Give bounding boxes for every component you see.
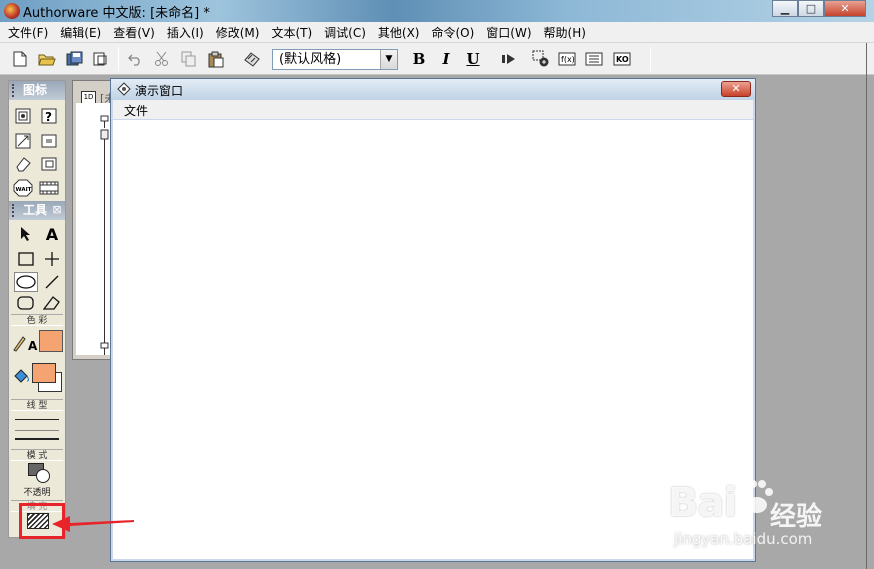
menu-insert[interactable]: 插入(I) <box>161 24 210 41</box>
watermark-logo: Bai <box>668 480 737 526</box>
presentation-window: 演示窗口 ✕ 文件 <box>110 78 756 562</box>
window-controls: ▁ □ ✕ <box>772 0 866 18</box>
color-section-label: 色 彩 <box>11 314 63 326</box>
control-panel-icon[interactable] <box>531 49 551 69</box>
authorware-app-icon <box>4 3 20 19</box>
svg-text:A: A <box>28 339 38 352</box>
watermark-url: jingyan.baidu.com <box>674 530 813 548</box>
icon-palette-title: 图标 <box>23 83 48 97</box>
cut-icon[interactable] <box>152 49 172 69</box>
calculation-icon[interactable] <box>38 131 60 151</box>
save-all-icon[interactable] <box>65 49 85 69</box>
line-style-section-label: 线 型 <box>11 399 63 411</box>
menu-view[interactable]: 查看(V) <box>107 24 161 41</box>
digital-movie-icon[interactable] <box>38 178 60 198</box>
italic-button[interactable]: I <box>436 49 456 69</box>
svg-text:f(x): f(x) <box>561 55 575 64</box>
undo-icon[interactable] <box>126 49 146 69</box>
presentation-menu-bar: 文件 <box>113 100 753 119</box>
tool-palette-title: 工具 <box>23 203 48 217</box>
new-file-icon[interactable] <box>10 49 30 69</box>
watermark-brand: 经验 <box>770 502 823 532</box>
text-style-dropdown[interactable]: (默认风格) ▼ <box>272 49 398 70</box>
baidu-jingyan-watermark: Bai 经验 jingyan.baidu.com <box>668 474 868 564</box>
bold-button[interactable]: B <box>409 49 429 69</box>
menu-file[interactable]: 文件(F) <box>2 24 54 41</box>
presentation-canvas[interactable] <box>113 120 753 559</box>
menu-help[interactable]: 帮助(H) <box>538 24 592 41</box>
fill-bucket-icon[interactable] <box>11 366 33 386</box>
rounded-rectangle-tool-icon[interactable] <box>15 293 37 313</box>
menu-control[interactable]: 调试(C) <box>318 24 372 41</box>
open-folder-icon[interactable] <box>37 49 57 69</box>
display-icon[interactable] <box>12 106 34 126</box>
svg-text:?: ? <box>45 110 52 124</box>
presentation-menu-file[interactable]: 文件 <box>124 102 148 119</box>
menu-window[interactable]: 窗口(W) <box>480 24 537 41</box>
interaction-icon[interactable]: ? <box>38 106 60 126</box>
menu-modify[interactable]: 修改(M) <box>210 24 266 41</box>
pointer-tool-icon[interactable] <box>15 224 37 244</box>
flowline-area[interactable] <box>76 103 114 364</box>
menu-bar: 文件(F) 编辑(E) 查看(V) 插入(I) 修改(M) 文本(T) 调试(C… <box>0 22 874 43</box>
paste-icon[interactable] <box>206 49 226 69</box>
text-tool-icon[interactable]: A <box>41 224 63 244</box>
underline-button[interactable]: U <box>463 49 483 69</box>
icon-and-tool-palette: 图标 ? WAIT 工具 ⊠ A 色 彩 A 线 型 模 式 不透明 填 充 <box>8 80 66 538</box>
menu-edit[interactable]: 编辑(E) <box>54 24 107 41</box>
svg-text:KO: KO <box>616 55 629 64</box>
wait-icon[interactable]: WAIT <box>12 178 34 198</box>
close-button[interactable]: ✕ <box>824 0 866 17</box>
maximize-button[interactable]: □ <box>798 0 824 17</box>
title-bar: Authorware 中文版: [未命名] * ▁ □ ✕ <box>0 0 874 22</box>
text-style-value: (默认风格) <box>279 52 342 67</box>
menu-xtras[interactable]: 其他(X) <box>372 24 426 41</box>
ellipse-tool-icon[interactable] <box>14 272 38 292</box>
line-text-color-icon[interactable]: A <box>12 332 38 352</box>
motion-icon[interactable] <box>12 131 34 151</box>
minimize-button[interactable]: ▁ <box>772 0 798 17</box>
diagonal-line-tool-icon[interactable] <box>41 272 63 292</box>
mode-section-label: 模 式 <box>11 449 63 461</box>
functions-icon[interactable]: f(x) <box>557 49 577 69</box>
mode-value: 不透明 <box>23 488 51 498</box>
variables-icon[interactable] <box>584 49 604 69</box>
menu-commands[interactable]: 命令(O) <box>425 24 480 41</box>
restart-icon[interactable] <box>499 49 519 69</box>
line-color-swatch[interactable] <box>39 330 63 352</box>
presentation-close-button[interactable]: ✕ <box>721 81 751 97</box>
presentation-window-icon <box>117 82 131 96</box>
erase-icon[interactable] <box>12 154 34 174</box>
icon-palette-header[interactable]: 图标 <box>9 81 65 100</box>
toolbar: (默认风格) ▼ B I U f(x) KO <box>0 43 874 75</box>
rectangle-tool-icon[interactable] <box>15 249 37 269</box>
red-pointer-arrow-icon <box>52 516 134 532</box>
line-style-selector[interactable] <box>13 413 61 447</box>
presentation-window-titlebar[interactable]: 演示窗口 ✕ <box>111 79 755 100</box>
find-icon[interactable] <box>242 49 262 69</box>
import-icon[interactable] <box>90 49 110 69</box>
paw-logo-icon <box>742 480 773 513</box>
polygon-tool-icon[interactable] <box>41 293 63 313</box>
mode-opaque-icon[interactable] <box>24 463 54 485</box>
dropdown-arrow-icon[interactable]: ▼ <box>380 50 397 69</box>
window-title: Authorware 中文版: [未命名] * <box>23 6 210 21</box>
tool-palette-close-icon[interactable]: ⊠ <box>52 204 62 215</box>
knowledge-objects-icon[interactable]: KO <box>612 49 632 69</box>
straight-line-tool-icon[interactable] <box>41 249 63 269</box>
tool-palette-header[interactable]: 工具 ⊠ <box>9 201 65 220</box>
menu-text[interactable]: 文本(T) <box>265 24 318 41</box>
presentation-window-title: 演示窗口 <box>135 84 184 98</box>
foreground-color-swatch[interactable] <box>32 363 56 383</box>
copy-icon[interactable] <box>179 49 199 69</box>
wait-label: WAIT <box>16 187 32 193</box>
map-icon[interactable] <box>38 154 60 174</box>
